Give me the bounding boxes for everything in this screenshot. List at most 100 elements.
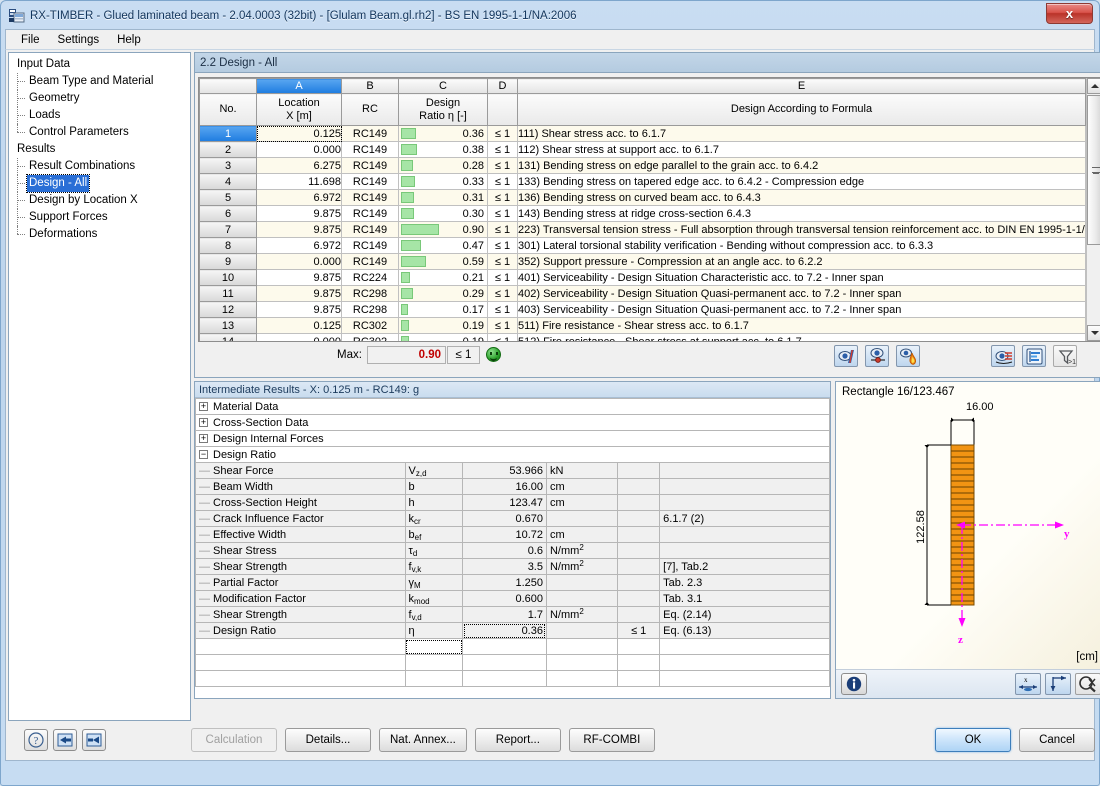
intermediate-group-label[interactable]: + Cross-Section Data [195, 414, 830, 431]
report-button[interactable]: Report... [474, 728, 561, 752]
formula-cell[interactable]: 301) Lateral torsional stability verific… [517, 237, 1086, 254]
intermediate-row[interactable]: — Crack Influence Factor kcr 0.670 6.1.7 (2) [195, 510, 830, 527]
limit-cell[interactable]: ≤ 1 [487, 317, 518, 334]
row-number-cell[interactable]: 10 [199, 269, 257, 286]
location-cell[interactable]: 0.000 [256, 253, 342, 270]
table-row[interactable]: 10 9.875 RC224 0.21 ≤ 1 401) Serviceability -… [199, 269, 1086, 286]
design-ratio-cell[interactable]: 0.90 [398, 221, 488, 238]
intermediate-blank-cell[interactable] [462, 638, 547, 655]
rc-cell[interactable]: RC302 [341, 333, 399, 341]
rc-cell[interactable]: RC298 [341, 301, 399, 318]
row-number-cell[interactable]: 9 [199, 253, 257, 270]
table-row[interactable]: 14 0.000 RC302 0.19 ≤ 1 512) Fire resistance … [199, 333, 1086, 341]
intermediate-blank-cell[interactable] [404, 670, 464, 687]
intermediate-blank-cell[interactable] [195, 654, 406, 671]
formula-cell[interactable]: 112) Shear stress at support acc. to 6.1… [517, 141, 1086, 158]
limit-cell[interactable]: ≤ 1 [487, 221, 518, 238]
help-icon[interactable]: ? [24, 729, 48, 751]
table-row[interactable]: 6 9.875 RC149 0.30 ≤ 1 143) Bending stress at… [199, 205, 1086, 222]
design-ratio-cell[interactable]: 0.59 [398, 253, 488, 270]
row-number-cell[interactable]: 11 [199, 285, 257, 302]
limit-cell[interactable]: ≤ 1 [487, 157, 518, 174]
previous-module-icon[interactable] [53, 729, 77, 751]
intermediate-group-label[interactable]: + Design Internal Forces [195, 430, 830, 447]
grid-vertical-scrollbar[interactable] [1086, 78, 1100, 341]
formula-cell[interactable]: 512) Fire resistance - Shear stress at s… [517, 333, 1086, 341]
navigation-tree[interactable]: Input Data Beam Type and Material Geomet… [8, 52, 191, 721]
intermediate-row[interactable]: — Shear Strength fv,k 3.5 N/mm2 [7], Tab.2 [195, 558, 830, 575]
intermediate-blank-cell[interactable] [659, 638, 830, 655]
intermediate-group-label[interactable]: − Design Ratio [195, 446, 830, 463]
column-header-b[interactable]: B [341, 78, 399, 94]
details-button[interactable]: Details... [285, 728, 371, 752]
design-ratio-cell[interactable]: 0.21 [398, 269, 488, 286]
intermediate-row[interactable]: — Shear Force Vz,d 53.966 kN [195, 462, 830, 479]
intermediate-blank-cell[interactable] [545, 638, 619, 655]
formula-cell[interactable]: 403) Serviceability - Design Situation Q… [517, 301, 1086, 318]
table-row[interactable]: 5 6.972 RC149 0.31 ≤ 1 136) Bending stress on… [199, 189, 1086, 206]
formula-cell[interactable]: 131) Bending stress on edge parallel to … [517, 157, 1086, 174]
intermediate-row[interactable]: — Effective Width bef 10.72 cm [195, 526, 830, 543]
row-number-cell[interactable]: 14 [199, 333, 257, 341]
intermediate-value[interactable]: 3.5 [462, 558, 547, 575]
intermediate-blank-cell[interactable] [404, 638, 464, 655]
intermediate-blank-cell[interactable] [659, 654, 830, 671]
row-number-cell[interactable]: 12 [199, 301, 257, 318]
intermediate-value[interactable]: 10.72 [462, 526, 547, 543]
design-ratio-cell[interactable]: 0.47 [398, 237, 488, 254]
nav-item-loads[interactable]: Loads [13, 107, 190, 124]
location-cell[interactable]: 0.000 [256, 141, 342, 158]
rc-cell[interactable]: RC149 [341, 253, 399, 270]
design-ratio-cell[interactable]: 0.28 [398, 157, 488, 174]
location-cell[interactable]: 0.125 [256, 317, 342, 334]
filter-icon[interactable]: >1 [1053, 345, 1078, 367]
rc-cell[interactable]: RC149 [341, 173, 399, 190]
location-cell[interactable]: 6.972 [256, 237, 342, 254]
design-ratio-cell[interactable]: 0.36 [398, 125, 488, 142]
intermediate-value[interactable]: 0.6 [462, 542, 547, 559]
table-row[interactable]: 12 9.875 RC298 0.17 ≤ 1 403) Serviceability -… [199, 301, 1086, 318]
location-cell[interactable]: 6.275 [256, 157, 342, 174]
rc-cell[interactable]: RC298 [341, 285, 399, 302]
intermediate-value[interactable]: 0.36 [462, 622, 547, 639]
intermediate-row[interactable]: — Shear Strength fv,d 1.7 N/mm2 Eq. (2.14) [195, 606, 830, 623]
intermediate-group-label[interactable]: + Material Data [195, 398, 830, 415]
location-cell[interactable]: 9.875 [256, 269, 342, 286]
limit-cell[interactable]: ≤ 1 [487, 237, 518, 254]
location-cell[interactable]: 9.875 [256, 301, 342, 318]
intermediate-group-row[interactable]: + Material Data [195, 398, 830, 415]
table-row[interactable]: 4 11.698 RC149 0.33 ≤ 1 133) Bending stress o… [199, 173, 1086, 190]
close-button[interactable]: x [1046, 3, 1093, 24]
zoom-reset-icon[interactable] [1075, 673, 1100, 695]
design-ratio-cell[interactable]: 0.30 [398, 205, 488, 222]
cancel-button[interactable]: Cancel [1019, 728, 1095, 752]
intermediate-value[interactable]: 1.7 [462, 606, 547, 623]
intermediate-blank-cell[interactable] [195, 670, 406, 687]
rc-cell[interactable]: RC149 [341, 205, 399, 222]
formula-cell[interactable]: 401) Serviceability - Design Situation C… [517, 269, 1086, 286]
limit-cell[interactable]: ≤ 1 [487, 173, 518, 190]
limit-cell[interactable]: ≤ 1 [487, 125, 518, 142]
limit-cell[interactable]: ≤ 1 [487, 285, 518, 302]
row-number-cell[interactable]: 7 [199, 221, 257, 238]
design-ratio-cell[interactable]: 0.33 [398, 173, 488, 190]
nav-item-design-by-location-x[interactable]: Design by Location X [13, 192, 190, 209]
collapse-icon[interactable]: − [199, 450, 208, 460]
table-row[interactable]: 11 9.875 RC298 0.29 ≤ 1 402) Serviceability -… [199, 285, 1086, 302]
formula-cell[interactable]: 136) Bending stress on curved beam acc. … [517, 189, 1086, 206]
column-header-c[interactable]: C [398, 78, 488, 94]
rc-cell[interactable]: RC149 [341, 189, 399, 206]
column-header-e[interactable]: E [517, 78, 1086, 94]
location-cell[interactable]: 0.000 [256, 333, 342, 341]
intermediate-value[interactable]: 0.600 [462, 590, 547, 607]
nav-item-support-forces[interactable]: Support Forces [13, 209, 190, 226]
table-row[interactable]: 7 9.875 RC149 0.90 ≤ 1 223) Transversal tensi… [199, 221, 1086, 238]
intermediate-row[interactable]: — Partial Factor γM 1.250 Tab. 2.3 [195, 574, 830, 591]
scroll-down-button[interactable] [1087, 325, 1100, 341]
table-row[interactable]: 3 6.275 RC149 0.28 ≤ 1 131) Bending stress on… [199, 157, 1086, 174]
column-header-a[interactable]: A [256, 78, 342, 94]
intermediate-blank-cell[interactable] [545, 670, 619, 687]
formula-cell[interactable]: 511) Fire resistance - Shear stress acc.… [517, 317, 1086, 334]
nav-item-beam-type-and-material[interactable]: Beam Type and Material [13, 73, 190, 90]
row-number-cell[interactable]: 3 [199, 157, 257, 174]
